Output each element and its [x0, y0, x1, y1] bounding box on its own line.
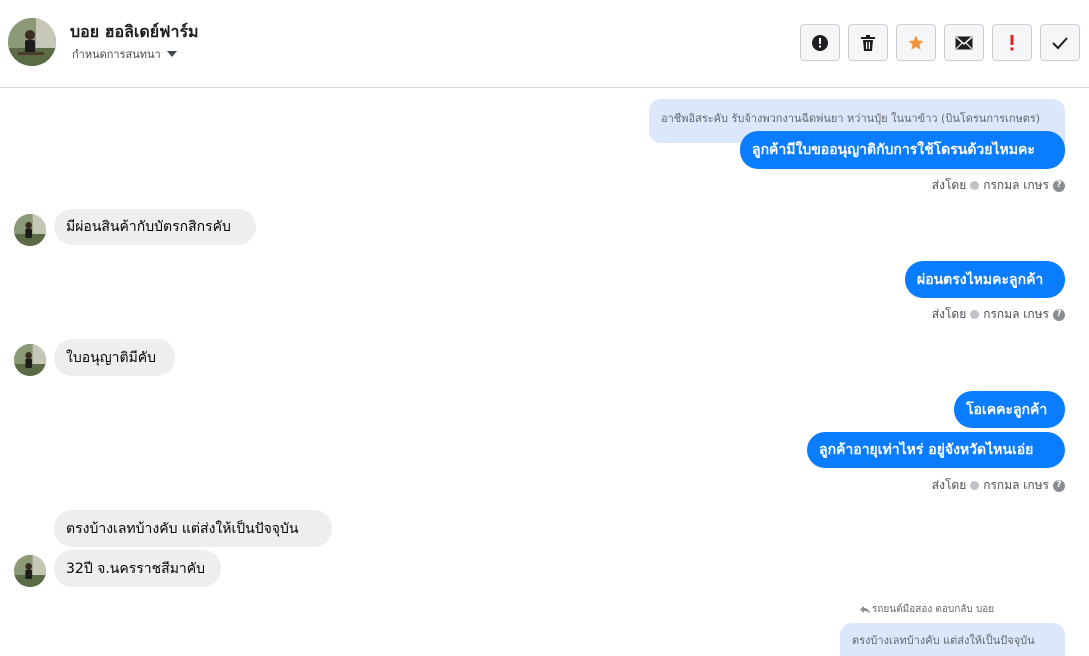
mark-done-button[interactable]	[1040, 24, 1080, 61]
sent-by-agent[interactable]: กรกมล เกษร	[983, 176, 1049, 195]
sent-by-prefix: ส่งโดย	[931, 478, 967, 492]
avatar-photo	[14, 555, 46, 587]
incoming-message[interactable]: ตรงบ้างเลทบ้างคับ แต่ส่งให้เป็นปัจจุบัน	[54, 510, 332, 547]
envelope-icon	[955, 35, 973, 49]
reply-arrow-icon	[860, 605, 870, 614]
message-text: 32ปี จ.นครราชสีมาคับ	[66, 560, 206, 577]
contact-avatar-small[interactable]	[14, 555, 46, 587]
verified-icon	[970, 181, 980, 190]
avatar-photo	[8, 18, 56, 66]
mark-important-button[interactable]	[992, 24, 1032, 61]
sent-by-agent[interactable]: กรกมล เกษร	[983, 476, 1049, 495]
quoted-message-text: ตรงบ้างเลทบ้างคับ แต่ส่งให้เป็นปัจจุบัน	[852, 634, 1035, 647]
incoming-message[interactable]: มีผ่อนสินค้ากับบัตรกสิกรคับ	[54, 209, 256, 245]
message-text: ลูกค้าอายุเท่าไหร่ อยู่จังหวัดไหนเอ่ย	[819, 442, 1034, 458]
sent-by-line: ส่งโดย กรกมล เกษร ?	[932, 476, 1065, 495]
contact-avatar-small[interactable]	[14, 214, 46, 246]
conversation-schedule-label: กำหนดการสนทนา	[72, 48, 161, 61]
help-icon[interactable]: ?	[1053, 479, 1065, 492]
sent-by-line: ส่งโดย กรกมล เกษร ?	[932, 176, 1065, 195]
avatar-photo	[14, 214, 46, 246]
exclamation-icon	[1010, 34, 1014, 50]
message-text: ผ่อนตรงไหมคะลูกค้า	[917, 271, 1044, 288]
contact-avatar[interactable]	[8, 18, 56, 66]
message-text: ตรงบ้างเลทบ้างคับ แต่ส่งให้เป็นปัจจุบัน	[66, 520, 299, 537]
outgoing-message[interactable]: ผ่อนตรงไหมคะลูกค้า	[905, 261, 1065, 298]
message-text: มีผ่อนสินค้ากับบัตรกสิกรคับ	[66, 219, 231, 235]
sent-by-agent[interactable]: กรกมล เกษร	[983, 305, 1049, 324]
checkmark-icon	[1052, 36, 1068, 49]
contact-avatar-small[interactable]	[14, 344, 46, 376]
avatar-photo	[14, 344, 46, 376]
incoming-message[interactable]: 32ปี จ.นครราชสีมาคับ	[54, 550, 221, 587]
help-icon[interactable]: ?	[1053, 179, 1065, 192]
verified-icon	[970, 310, 980, 319]
reply-indicator: รถยนต์มือสอง ตอบกลับ บอย	[860, 602, 994, 617]
message-text: ใบอนุญาติมีคับ	[66, 349, 157, 366]
star-button[interactable]	[896, 24, 936, 61]
incoming-message[interactable]: ใบอนุญาติมีคับ	[54, 339, 175, 376]
outgoing-message[interactable]: ลูกค้ามีใบขออนุญาติกับการใช้โดรนด้วยไหมค…	[740, 131, 1065, 169]
header-actions	[800, 24, 1080, 61]
sent-by-prefix: ส่งโดย	[931, 307, 967, 321]
report-button[interactable]	[800, 24, 840, 61]
message-text: ลูกค้ามีใบขออนุญาติกับการใช้โดรนด้วยไหมค…	[752, 142, 1035, 158]
delete-button[interactable]	[848, 24, 888, 61]
outgoing-message[interactable]: ลูกค้าอายุเท่าไหร่ อยู่จังหวัดไหนเอ่ย	[807, 432, 1065, 468]
contact-name: บอย ฮอลิเดย์ฟาร์ม	[70, 22, 199, 41]
reply-indicator-text: รถยนต์มือสอง ตอบกลับ บอย	[872, 604, 995, 615]
star-icon	[908, 35, 924, 50]
message-text: โอเคคะลูกค้า	[966, 401, 1048, 418]
sent-by-prefix: ส่งโดย	[931, 178, 967, 192]
trash-icon	[861, 34, 875, 51]
conversation-schedule-dropdown[interactable]: กำหนดการสนทนา	[72, 45, 177, 63]
outgoing-message[interactable]: โอเคคะลูกค้า	[954, 391, 1065, 428]
conversation-header: บอย ฮอลิเดย์ฟาร์ม กำหนดการสนทนา	[0, 0, 1089, 88]
quoted-message-text: อาชีพอิสระคับ รับจ้างพวกงานฉีดพ่นยา หว่า…	[661, 112, 1041, 125]
mail-button[interactable]	[944, 24, 984, 61]
message-thread[interactable]: อาชีพอิสระคับ รับจ้างพวกงานฉีดพ่นยา หว่า…	[0, 88, 1089, 656]
help-icon[interactable]: ?	[1053, 308, 1065, 321]
exclamation-circle-icon	[812, 34, 828, 51]
caret-down-icon	[166, 51, 177, 57]
quoted-message[interactable]: ตรงบ้างเลทบ้างคับ แต่ส่งให้เป็นปัจจุบัน	[840, 623, 1065, 656]
verified-icon	[970, 481, 980, 490]
sent-by-line: ส่งโดย กรกมล เกษร ?	[932, 305, 1065, 324]
